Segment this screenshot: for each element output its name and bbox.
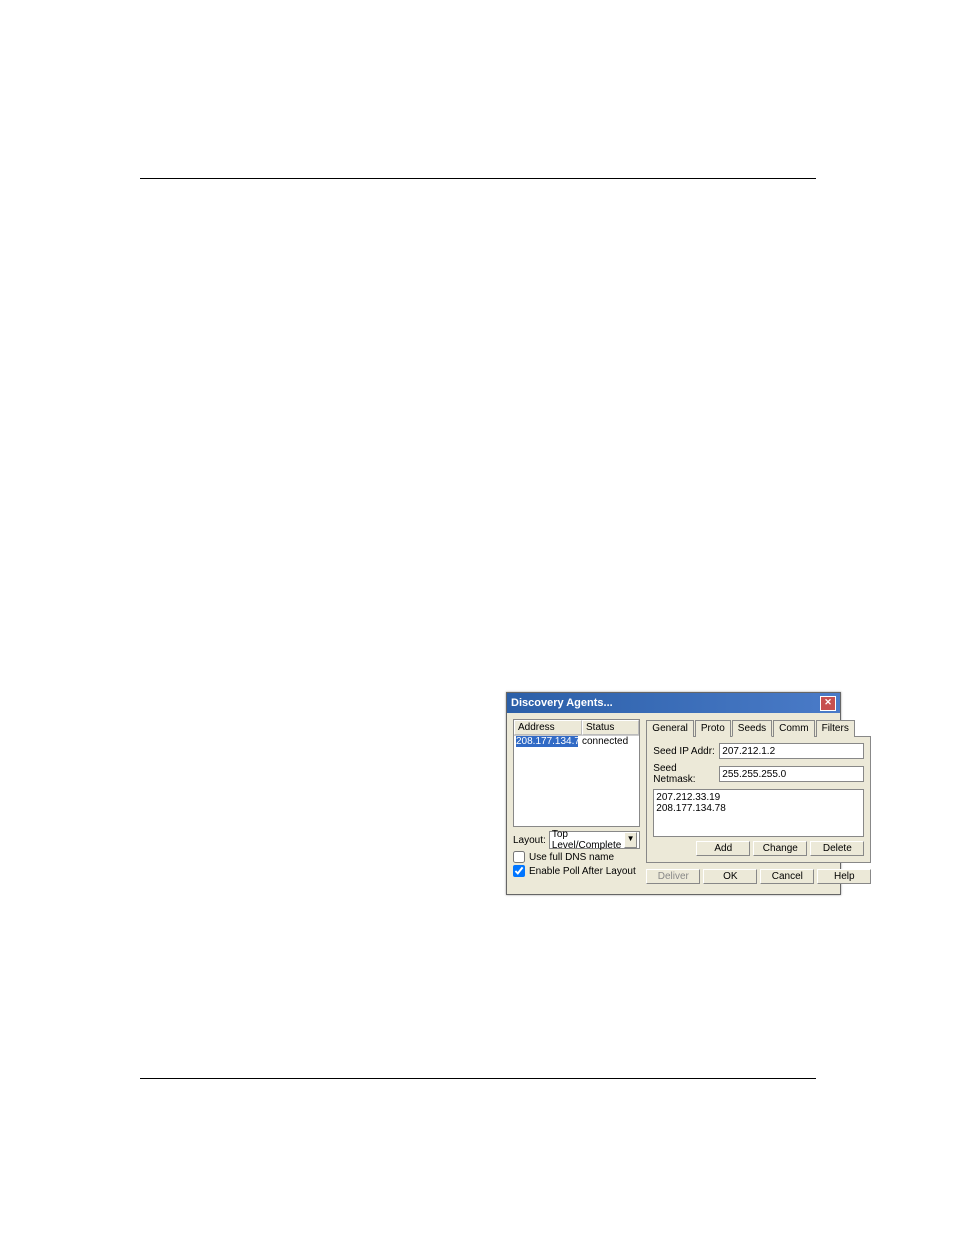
layout-label: Layout: <box>513 835 546 846</box>
tab-comm[interactable]: Comm <box>773 720 814 737</box>
tab-seeds[interactable]: Seeds <box>732 720 772 737</box>
page-rule-top <box>140 178 816 179</box>
seed-buttons: Add Change Delete <box>653 841 864 856</box>
tab-general[interactable]: General <box>646 720 694 737</box>
cancel-button[interactable]: Cancel <box>760 869 814 884</box>
discovery-agents-dialog: Discovery Agents... ✕ Address Status 208… <box>506 692 841 895</box>
list-item[interactable]: 208.177.134.78 <box>656 803 861 814</box>
tab-proto[interactable]: Proto <box>695 720 731 737</box>
enable-poll-row: Enable Poll After Layout <box>513 865 640 877</box>
ok-button[interactable]: OK <box>703 869 757 884</box>
tab-strip: General Proto Seeds Comm Filters <box>646 719 871 737</box>
delete-button[interactable]: Delete <box>810 841 864 856</box>
chevron-down-icon[interactable]: ▼ <box>624 832 637 848</box>
seed-netmask-row: Seed Netmask: <box>653 763 864 785</box>
column-address[interactable]: Address <box>514 720 582 735</box>
dialog-title: Discovery Agents... <box>511 697 613 709</box>
seed-ip-label: Seed IP Addr: <box>653 746 715 757</box>
listview-header: Address Status <box>514 720 639 736</box>
help-button[interactable]: Help <box>817 869 871 884</box>
dialog-buttons: Deliver OK Cancel Help <box>646 869 871 884</box>
page-rule-bottom <box>140 1078 816 1079</box>
dialog-titlebar: Discovery Agents... ✕ <box>507 693 840 713</box>
use-dns-checkbox[interactable] <box>513 851 525 863</box>
right-panel: General Proto Seeds Comm Filters Seed IP… <box>646 719 871 877</box>
table-row[interactable]: 208.177.134.78 connected <box>514 736 639 747</box>
layout-value: Top Level/Complete <box>552 829 624 851</box>
tab-content-seeds: Seed IP Addr: Seed Netmask: 207.212.33.1… <box>646 737 871 863</box>
column-status[interactable]: Status <box>582 720 639 735</box>
seed-ip-row: Seed IP Addr: <box>653 743 864 759</box>
seed-netmask-input[interactable] <box>719 766 864 782</box>
change-button[interactable]: Change <box>753 841 807 856</box>
list-item[interactable]: 207.212.33.19 <box>656 792 861 803</box>
agents-listview[interactable]: Address Status 208.177.134.78 connected <box>513 719 640 827</box>
seed-netmask-label: Seed Netmask: <box>653 763 715 785</box>
add-button[interactable]: Add <box>696 841 750 856</box>
close-icon[interactable]: ✕ <box>820 696 836 711</box>
layout-dropdown[interactable]: Top Level/Complete ▼ <box>549 831 640 849</box>
seed-listbox[interactable]: 207.212.33.19 208.177.134.78 <box>653 789 864 837</box>
enable-poll-checkbox[interactable] <box>513 865 525 877</box>
deliver-button: Deliver <box>646 869 700 884</box>
use-dns-label: Use full DNS name <box>529 852 614 863</box>
left-panel: Address Status 208.177.134.78 connected … <box>513 719 640 877</box>
cell-address: 208.177.134.78 <box>516 736 578 747</box>
enable-poll-label: Enable Poll After Layout <box>529 866 636 877</box>
layout-row: Layout: Top Level/Complete ▼ <box>513 831 640 849</box>
seed-ip-input[interactable] <box>719 743 864 759</box>
cell-status: connected <box>578 736 637 747</box>
use-dns-row: Use full DNS name <box>513 851 640 863</box>
tab-filters[interactable]: Filters <box>816 720 855 737</box>
